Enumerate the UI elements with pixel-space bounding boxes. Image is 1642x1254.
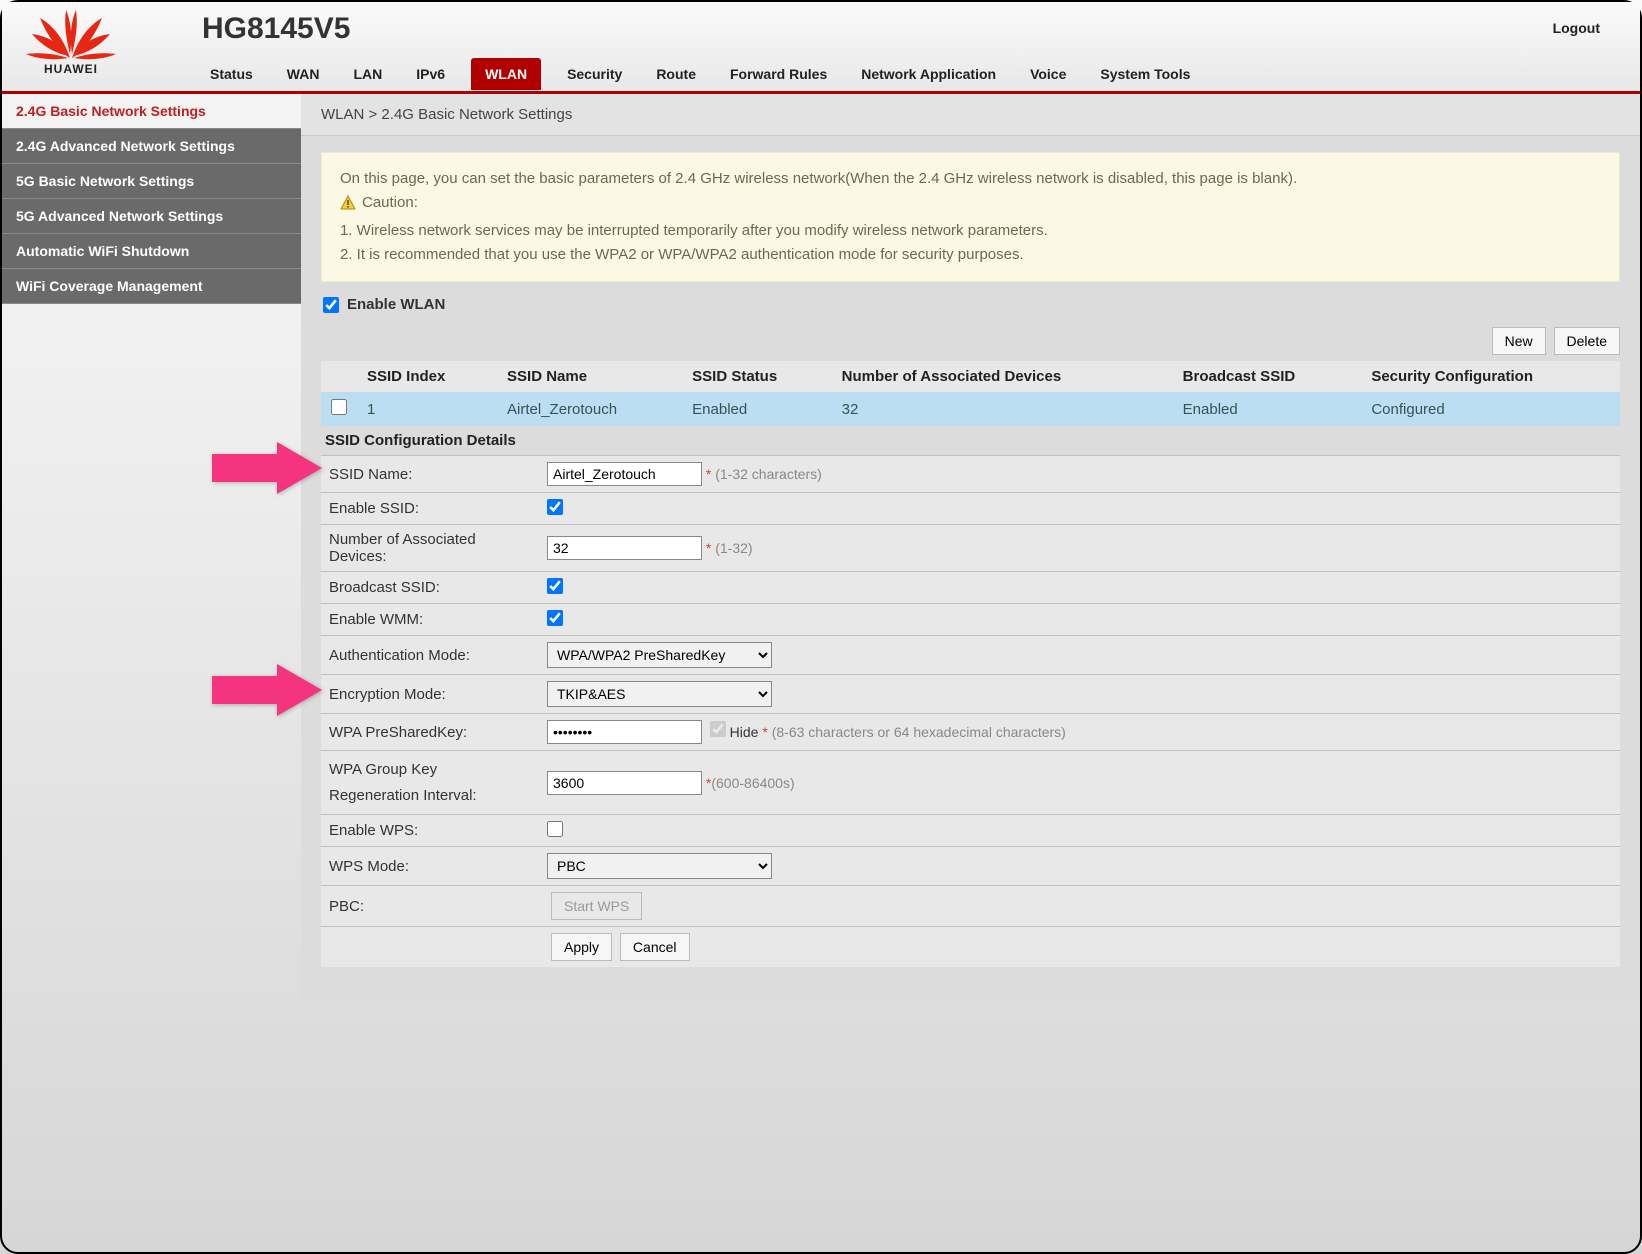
hide-psk-checkbox[interactable]	[710, 721, 726, 737]
psk-label: WPA PreSharedKey:	[321, 714, 539, 751]
tab-security[interactable]: Security	[559, 58, 630, 90]
sidebar-item-2-4g-advanced-network-settings[interactable]: 2.4G Advanced Network Settings	[2, 129, 301, 164]
pbc-label: PBC:	[321, 886, 539, 927]
sidebar-item-5g-basic-network-settings[interactable]: 5G Basic Network Settings	[2, 164, 301, 199]
cell-devices: 32	[832, 392, 1173, 426]
assoc-devices-label: Number of Associated Devices:	[321, 525, 539, 572]
ssid-name-hint: * (1-32 characters)	[706, 466, 822, 482]
broadcast-label: Broadcast SSID:	[321, 572, 539, 604]
notice-line2: 2. It is recommended that you use the WP…	[340, 243, 1601, 267]
config-form: SSID Name: * (1-32 characters) Enable SS…	[321, 455, 1620, 967]
notice-line1: 1. Wireless network services may be inte…	[340, 219, 1601, 243]
tab-network-application[interactable]: Network Application	[853, 58, 1004, 90]
table-buttons: New Delete	[321, 327, 1620, 355]
apply-button[interactable]: Apply	[551, 933, 612, 961]
tab-voice[interactable]: Voice	[1022, 58, 1074, 90]
enc-mode-select[interactable]: TKIP&AES	[547, 681, 772, 707]
tab-forward-rules[interactable]: Forward Rules	[722, 58, 835, 90]
enable-ssid-checkbox[interactable]	[547, 499, 563, 515]
sidebar: 2.4G Basic Network Settings2.4G Advanced…	[2, 94, 301, 1003]
tab-wlan[interactable]: WLAN	[471, 58, 541, 90]
enc-mode-label: Encryption Mode:	[321, 675, 539, 714]
huawei-icon	[26, 10, 116, 60]
auth-mode-select[interactable]: WPA/WPA2 PreSharedKey	[547, 642, 772, 668]
annotation-arrow-icon	[207, 662, 327, 721]
wps-mode-select[interactable]: PBC	[547, 853, 772, 879]
enable-wlan-label: Enable WLAN	[347, 296, 445, 313]
tab-system-tools[interactable]: System Tools	[1092, 58, 1198, 90]
top-bar: HUAWEI HG8145V5 Logout Status WAN LAN IPv6 W…	[2, 2, 1640, 94]
enable-wlan-row: Enable WLAN	[323, 296, 1618, 313]
sidebar-item-5g-advanced-network-settings[interactable]: 5G Advanced Network Settings	[2, 199, 301, 234]
tab-route[interactable]: Route	[648, 58, 704, 90]
sidebar-item-2-4g-basic-network-settings[interactable]: 2.4G Basic Network Settings	[2, 94, 301, 129]
cell-name: Airtel_Zerotouch	[497, 392, 682, 426]
broadcast-checkbox[interactable]	[547, 578, 563, 594]
col-number-of-associated-devices: Number of Associated Devices	[832, 361, 1173, 392]
wps-checkbox[interactable]	[547, 821, 563, 837]
tab-status[interactable]: Status	[202, 58, 261, 90]
psk-input[interactable]	[547, 720, 702, 744]
content-pane: WLAN > 2.4G Basic Network Settings On th…	[301, 94, 1640, 1003]
assoc-devices-hint: * (1-32)	[706, 540, 753, 556]
logout-link[interactable]: Logout	[1553, 20, 1600, 36]
cell-security: Configured	[1361, 392, 1620, 426]
tab-wan[interactable]: WAN	[279, 58, 328, 90]
start-wps-button[interactable]: Start WPS	[551, 892, 642, 920]
auth-mode-label: Authentication Mode:	[321, 636, 539, 675]
hide-label: Hide	[730, 724, 759, 740]
cancel-button[interactable]: Cancel	[620, 933, 690, 961]
ssid-name-input[interactable]	[547, 462, 702, 486]
tab-ipv6[interactable]: IPv6	[408, 58, 453, 90]
col-ssid-index: SSID Index	[357, 361, 497, 392]
wmm-checkbox[interactable]	[547, 610, 563, 626]
cell-status: Enabled	[682, 392, 832, 426]
assoc-devices-input[interactable]	[547, 536, 702, 560]
row-checkbox[interactable]	[331, 399, 347, 415]
cell-broadcast: Enabled	[1173, 392, 1362, 426]
enable-wlan-checkbox[interactable]	[323, 297, 339, 313]
delete-button[interactable]: Delete	[1554, 327, 1620, 355]
psk-hint: * (8-63 characters or 64 hexadecimal cha…	[762, 724, 1065, 740]
ssid-name-label: SSID Name:	[321, 456, 539, 493]
model-title: HG8145V5	[202, 12, 350, 46]
tab-lan[interactable]: LAN	[345, 58, 390, 90]
breadcrumb: WLAN > 2.4G Basic Network Settings	[301, 94, 1640, 136]
col-security-configuration: Security Configuration	[1361, 361, 1620, 392]
wmm-label: Enable WMM:	[321, 604, 539, 636]
sidebar-item-automatic-wifi-shutdown[interactable]: Automatic WiFi Shutdown	[2, 234, 301, 269]
col-broadcast-ssid: Broadcast SSID	[1173, 361, 1362, 392]
sidebar-item-wifi-coverage-management[interactable]: WiFi Coverage Management	[2, 269, 301, 304]
section-title: SSID Configuration Details	[321, 426, 1620, 455]
wps-mode-label: WPS Mode:	[321, 847, 539, 886]
group-key-label: WPA Group Key Regeneration Interval:	[321, 751, 539, 815]
group-key-input[interactable]	[547, 771, 702, 795]
col-ssid-name: SSID Name	[497, 361, 682, 392]
group-key-hint: *(600-86400s)	[706, 775, 795, 791]
main-tabs: Status WAN LAN IPv6 WLAN Security Route Forward…	[202, 57, 1198, 91]
brand-text: HUAWEI	[44, 62, 98, 76]
cell-index: 1	[357, 392, 497, 426]
col-ssid-status: SSID Status	[682, 361, 832, 392]
annotation-arrow-icon	[207, 440, 327, 499]
caution-label: Caution:	[362, 191, 418, 215]
enable-ssid-label: Enable SSID:	[321, 493, 539, 525]
table-row[interactable]: 1 Airtel_Zerotouch Enabled 32 Enabled Co…	[321, 392, 1620, 426]
warning-icon	[340, 195, 356, 211]
brand-logo: HUAWEI	[26, 10, 116, 76]
caution-row: Caution:	[340, 191, 418, 215]
ssid-table: SSID IndexSSID NameSSID StatusNumber of …	[321, 361, 1620, 426]
notice-box: On this page, you can set the basic para…	[321, 152, 1620, 282]
notice-text: On this page, you can set the basic para…	[340, 167, 1601, 191]
wps-label: Enable WPS:	[321, 815, 539, 847]
new-button[interactable]: New	[1492, 327, 1546, 355]
